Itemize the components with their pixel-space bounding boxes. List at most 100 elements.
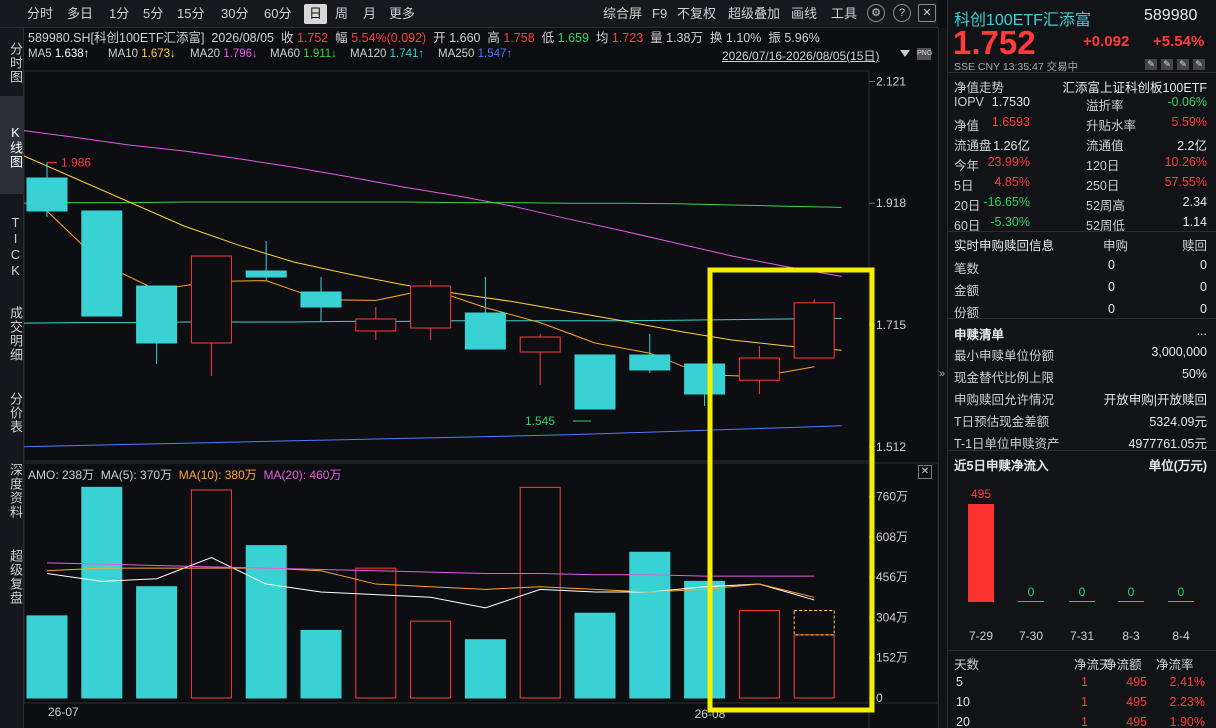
tool-button-5[interactable]: 工具 <box>826 4 862 24</box>
stat-row: 5日 4.85% 250日 57.55% <box>954 175 1207 193</box>
netflow-bar <box>1069 601 1095 602</box>
left-tab-6[interactable]: 超级复盘 <box>0 528 24 622</box>
candle <box>684 363 726 406</box>
netflow-header: 近5日申赎净流入 单位(万元) <box>954 459 1207 473</box>
netflow-date-label: 8-3 <box>1122 629 1140 643</box>
tool-button-4[interactable]: 画线 <box>786 4 822 24</box>
period-tab-0[interactable]: 分时 <box>22 4 58 24</box>
volume-axis-label: 152万 <box>876 651 908 665</box>
edit-icon-3[interactable]: ✎ <box>1177 59 1189 70</box>
last-price: 1.752 <box>953 24 1036 61</box>
volume-legend: AMO: 238万 MA(5): 370万 MA(10): 380万 MA(20… <box>28 468 342 482</box>
period-tab-4[interactable]: 15分 <box>172 4 209 24</box>
kline-chart-area[interactable]: 589980.SH[科创100ETF汇添富] 2026/08/05 收 1.75… <box>24 28 938 728</box>
period-tab-3[interactable]: 5分 <box>138 4 168 24</box>
left-tab-1[interactable]: K线图 <box>0 96 24 194</box>
netflow-bar <box>968 504 994 602</box>
tool-button-3[interactable]: 超级叠加 <box>723 4 785 24</box>
volume-bar <box>410 620 452 699</box>
ma60-line <box>24 201 842 208</box>
edit-icon[interactable]: ✎ <box>1145 59 1157 70</box>
period-tab-1[interactable]: 多日 <box>62 4 98 24</box>
period-tab-5[interactable]: 30分 <box>216 4 253 24</box>
period-tab-6[interactable]: 60分 <box>259 4 296 24</box>
panel-collapse-handle[interactable]: » <box>938 28 947 728</box>
subscription-row: 金额 0 0 <box>954 280 1207 298</box>
stat-row: 流通盘 1.26亿 流通值 2.2亿 <box>954 139 1207 153</box>
candle <box>81 210 123 317</box>
stat-row: 60日 -5.30% 52周低 1.14 <box>954 215 1207 233</box>
netflow-bar <box>1118 601 1144 602</box>
left-tab-0[interactable]: 分时图 <box>0 32 24 90</box>
netflow-table-row: 10 1 495 2.23% <box>956 695 1205 709</box>
candle <box>26 162 68 217</box>
candle-body <box>464 312 506 350</box>
period-tab-9[interactable]: 月 <box>358 4 381 24</box>
netflow-bar-group: 0 8-4 <box>1168 585 1194 643</box>
low-annotation: 1.545 <box>525 414 555 428</box>
candle-body <box>738 357 780 381</box>
period-tab-2[interactable]: 1分 <box>104 4 134 24</box>
netflow-value-label: 0 <box>1028 585 1035 599</box>
left-view-tabs: 分时图 K线图 TICK 成交明细 分价表 深度资料 超级复盘 <box>0 28 24 728</box>
candle-body <box>190 255 232 344</box>
stat-row: IOPV 1.7530 溢折率 -0.06% <box>954 95 1207 113</box>
volume-axis-label: 608万 <box>876 530 908 544</box>
redemption-list-row: 现金替代比例上限 50% <box>954 367 1207 385</box>
left-tab-4[interactable]: 分价表 <box>0 374 24 448</box>
price-axis-label: 1.512 <box>876 440 906 454</box>
candle-body <box>355 318 397 332</box>
candle <box>574 354 616 410</box>
nav-trend-row[interactable]: 净值走势 汇添富上证科创板100ETF <box>948 75 1216 95</box>
volume-bar <box>26 615 68 699</box>
close-icon[interactable]: ✕ <box>918 4 936 22</box>
volume-bar <box>684 580 726 699</box>
candle <box>136 285 178 364</box>
candle-body <box>574 354 616 410</box>
netflow-value-label: 0 <box>1079 585 1086 599</box>
price-change: +0.092 <box>1083 33 1130 50</box>
netflow-table-row: 20 1 495 1.90% <box>956 715 1205 728</box>
candle <box>629 334 671 373</box>
volume-bar <box>629 551 671 699</box>
volume-bar <box>738 610 780 699</box>
left-tab-2[interactable]: TICK <box>0 200 24 290</box>
volume-bar <box>574 612 616 699</box>
volume-axis-label: 456万 <box>876 570 908 584</box>
subscription-header: 实时申购赎回信息 申购 赎回 <box>954 239 1207 253</box>
left-tab-5[interactable]: 深度资料 <box>0 450 24 528</box>
netflow-bar <box>1018 601 1044 602</box>
volume-panel-close-icon[interactable]: ✕ <box>918 465 932 479</box>
help-icon[interactable]: ? <box>893 4 911 22</box>
price-change-pct: +5.54% <box>1153 33 1205 50</box>
volume-bar <box>355 567 397 699</box>
redemption-list-header[interactable]: 申赎清单 ... <box>948 322 1216 342</box>
subscription-row: 份额 0 0 <box>954 302 1207 320</box>
candle <box>793 299 835 359</box>
candle <box>245 241 287 280</box>
tool-button-0[interactable]: 综合屏 <box>598 4 647 24</box>
candle <box>410 280 452 340</box>
redemption-list-row: 最小申赎单位份额 3,000,000 <box>954 345 1207 363</box>
redemption-list-row: T-1日单位申赎资产 4977761.05元 <box>954 437 1207 451</box>
candle <box>738 346 780 394</box>
candle <box>519 334 561 385</box>
left-tab-3[interactable]: 成交明细 <box>0 290 24 374</box>
netflow-bar-group: 0 8-3 <box>1118 585 1144 643</box>
edit-icon-2[interactable]: ✎ <box>1161 59 1173 70</box>
volume-bar <box>464 639 506 699</box>
settings-gear-icon[interactable]: ⚙ <box>867 4 885 22</box>
period-tab-10[interactable]: 更多 <box>384 4 420 24</box>
tool-button-2[interactable]: 不复权 <box>672 4 721 24</box>
netflow-date-label: 7-31 <box>1070 629 1094 643</box>
volume-axis-label: 304万 <box>876 610 908 624</box>
netflow-bar-group: 0 7-30 <box>1018 585 1044 643</box>
netflow-bar-group: 0 7-31 <box>1069 585 1095 643</box>
price-axis-label: 1.918 <box>876 196 906 210</box>
edit-icon-4[interactable]: ✎ <box>1193 59 1205 70</box>
subscription-row: 笔数 0 0 <box>954 258 1207 276</box>
tool-button-1[interactable]: F9 <box>647 4 672 24</box>
candle <box>300 277 342 322</box>
period-tab-7[interactable]: 日 <box>304 4 328 24</box>
period-tab-8[interactable]: 周 <box>330 4 353 24</box>
